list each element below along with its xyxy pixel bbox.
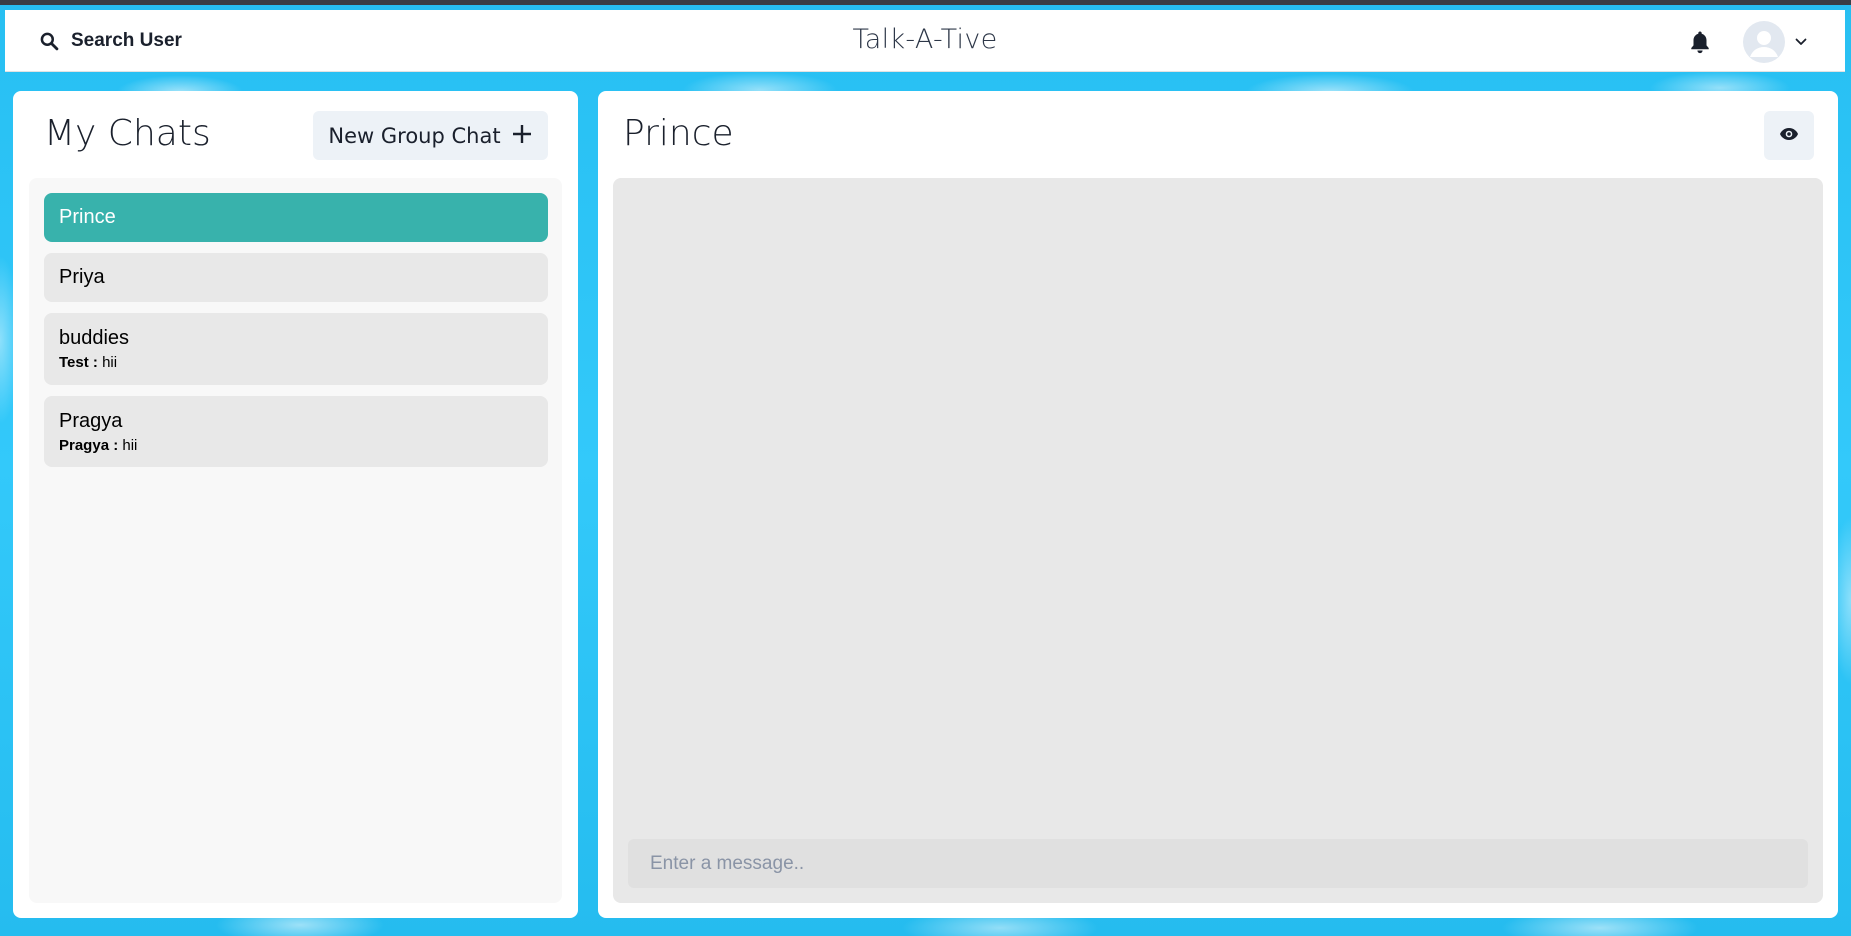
search-user-button[interactable]: Search User [27, 23, 194, 59]
new-group-chat-button[interactable]: New Group Chat [313, 111, 548, 160]
latest-message-sender: Test : [59, 354, 103, 371]
chat-item-prince[interactable]: Prince [44, 193, 548, 242]
browser-top-strip [0, 0, 1851, 5]
my-chats-panel: My Chats New Group Chat Prince Priya bud… [13, 91, 578, 918]
chat-item-name: Priya [59, 266, 105, 288]
search-icon [39, 31, 59, 51]
chat-list: Prince Priya buddies Test : hii Pragya P… [29, 178, 562, 903]
chat-title: Prince [623, 113, 734, 154]
chat-item-buddies[interactable]: buddies Test : hii [44, 313, 548, 385]
search-user-label: Search User [71, 30, 182, 51]
app-title: Talk-A-Tive [852, 24, 998, 55]
chat-item-priya[interactable]: Priya [44, 253, 548, 302]
latest-message: Pragya : hii [59, 437, 533, 454]
chat-item-pragya[interactable]: Pragya Pragya : hii [44, 396, 548, 467]
chat-item-name: Pragya [59, 409, 123, 432]
plus-icon [511, 123, 533, 148]
eye-icon [1779, 126, 1799, 145]
latest-message-sender: Pragya : [59, 436, 123, 454]
my-chats-title: My Chats [44, 113, 211, 154]
latest-message-text: hii [122, 436, 138, 454]
messages-area [613, 178, 1823, 903]
new-group-chat-label: New Group Chat [328, 123, 501, 148]
chevron-down-icon [1795, 38, 1807, 46]
chat-panel: Prince [598, 91, 1838, 918]
chat-item-name: Prince [59, 206, 116, 228]
profile-menu-button[interactable] [1743, 20, 1807, 64]
top-bar: Search User Talk-A-Tive [5, 10, 1845, 72]
notification-bell-icon[interactable] [1685, 27, 1715, 57]
avatar [1743, 21, 1785, 63]
view-profile-button[interactable] [1764, 111, 1814, 160]
latest-message: Test : hii [59, 354, 533, 371]
latest-message-text: hii [102, 354, 118, 371]
message-input[interactable] [628, 839, 1808, 888]
chat-item-name: buddies [59, 327, 130, 349]
